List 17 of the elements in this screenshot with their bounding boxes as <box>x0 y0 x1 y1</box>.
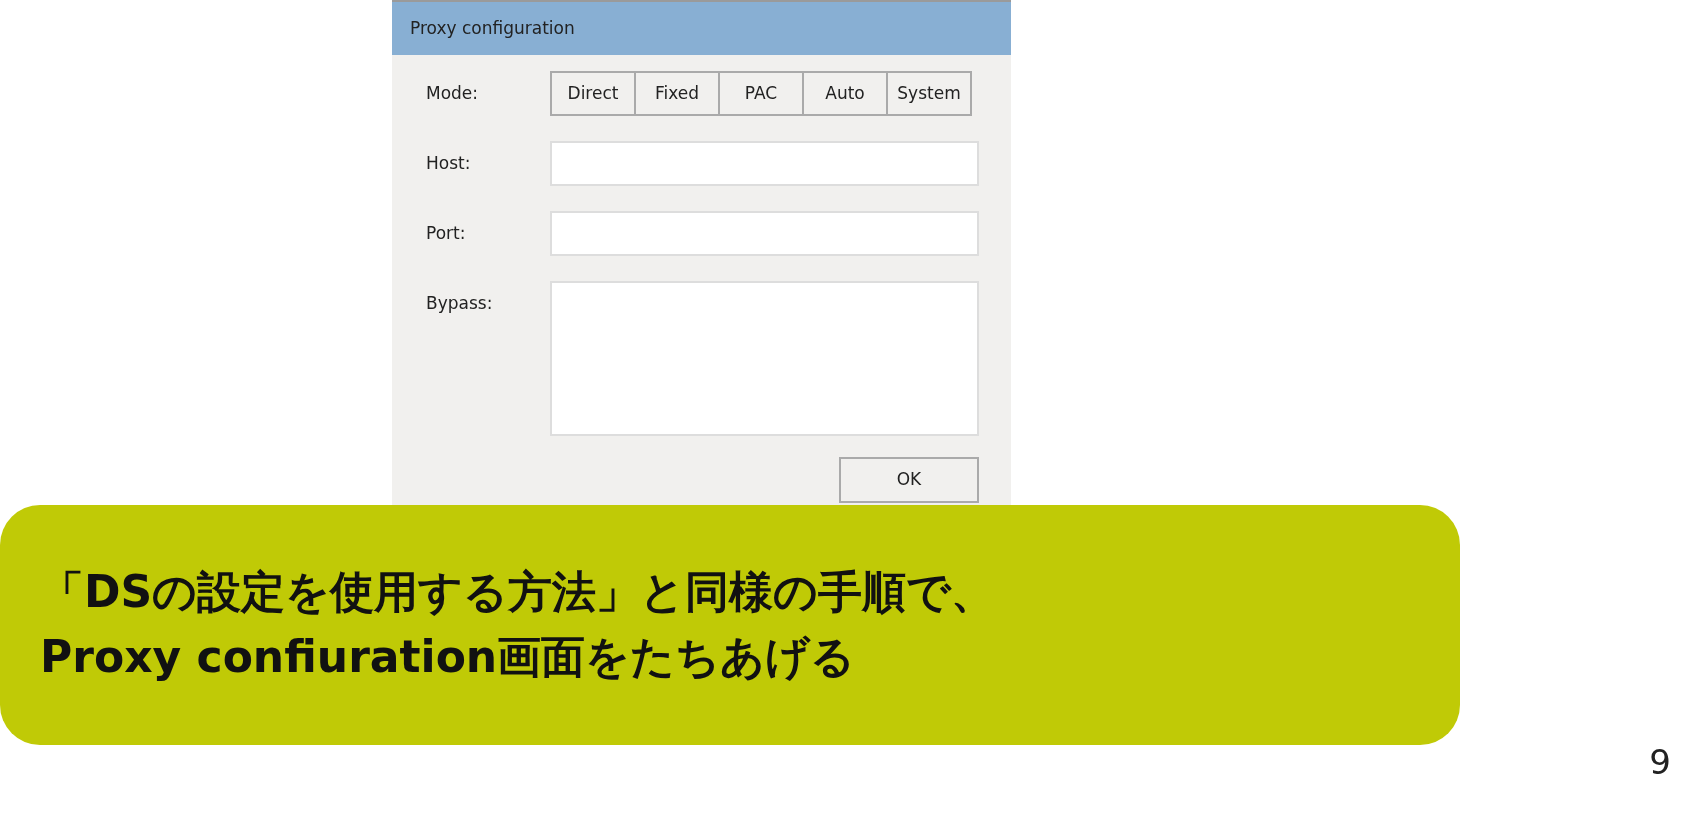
callout-text: Proxy confiuration画面をたちあげる <box>40 631 857 684</box>
input-field[interactable] <box>550 211 979 256</box>
field-label: Host: <box>426 152 472 175</box>
page-number: 9 <box>1649 741 1671 784</box>
ok-button[interactable]: OK <box>839 457 979 503</box>
callout-text: 「DSの設定を使用する方法」と同様の手順で、 <box>40 566 997 619</box>
input-field[interactable] <box>550 141 979 186</box>
mode-button[interactable]: Fixed <box>634 71 720 116</box>
mode-button[interactable]: Direct <box>550 71 636 116</box>
text-area[interactable] <box>550 281 979 436</box>
field-label: Bypass: <box>426 292 494 315</box>
mode-button[interactable]: Auto <box>802 71 888 116</box>
mode-button[interactable]: PAC <box>718 71 804 116</box>
mode-button[interactable]: System <box>886 71 972 116</box>
field-label: Mode: <box>426 81 480 105</box>
field-label: Port: <box>426 222 467 245</box>
window-title: Proxy configuration <box>410 16 575 40</box>
